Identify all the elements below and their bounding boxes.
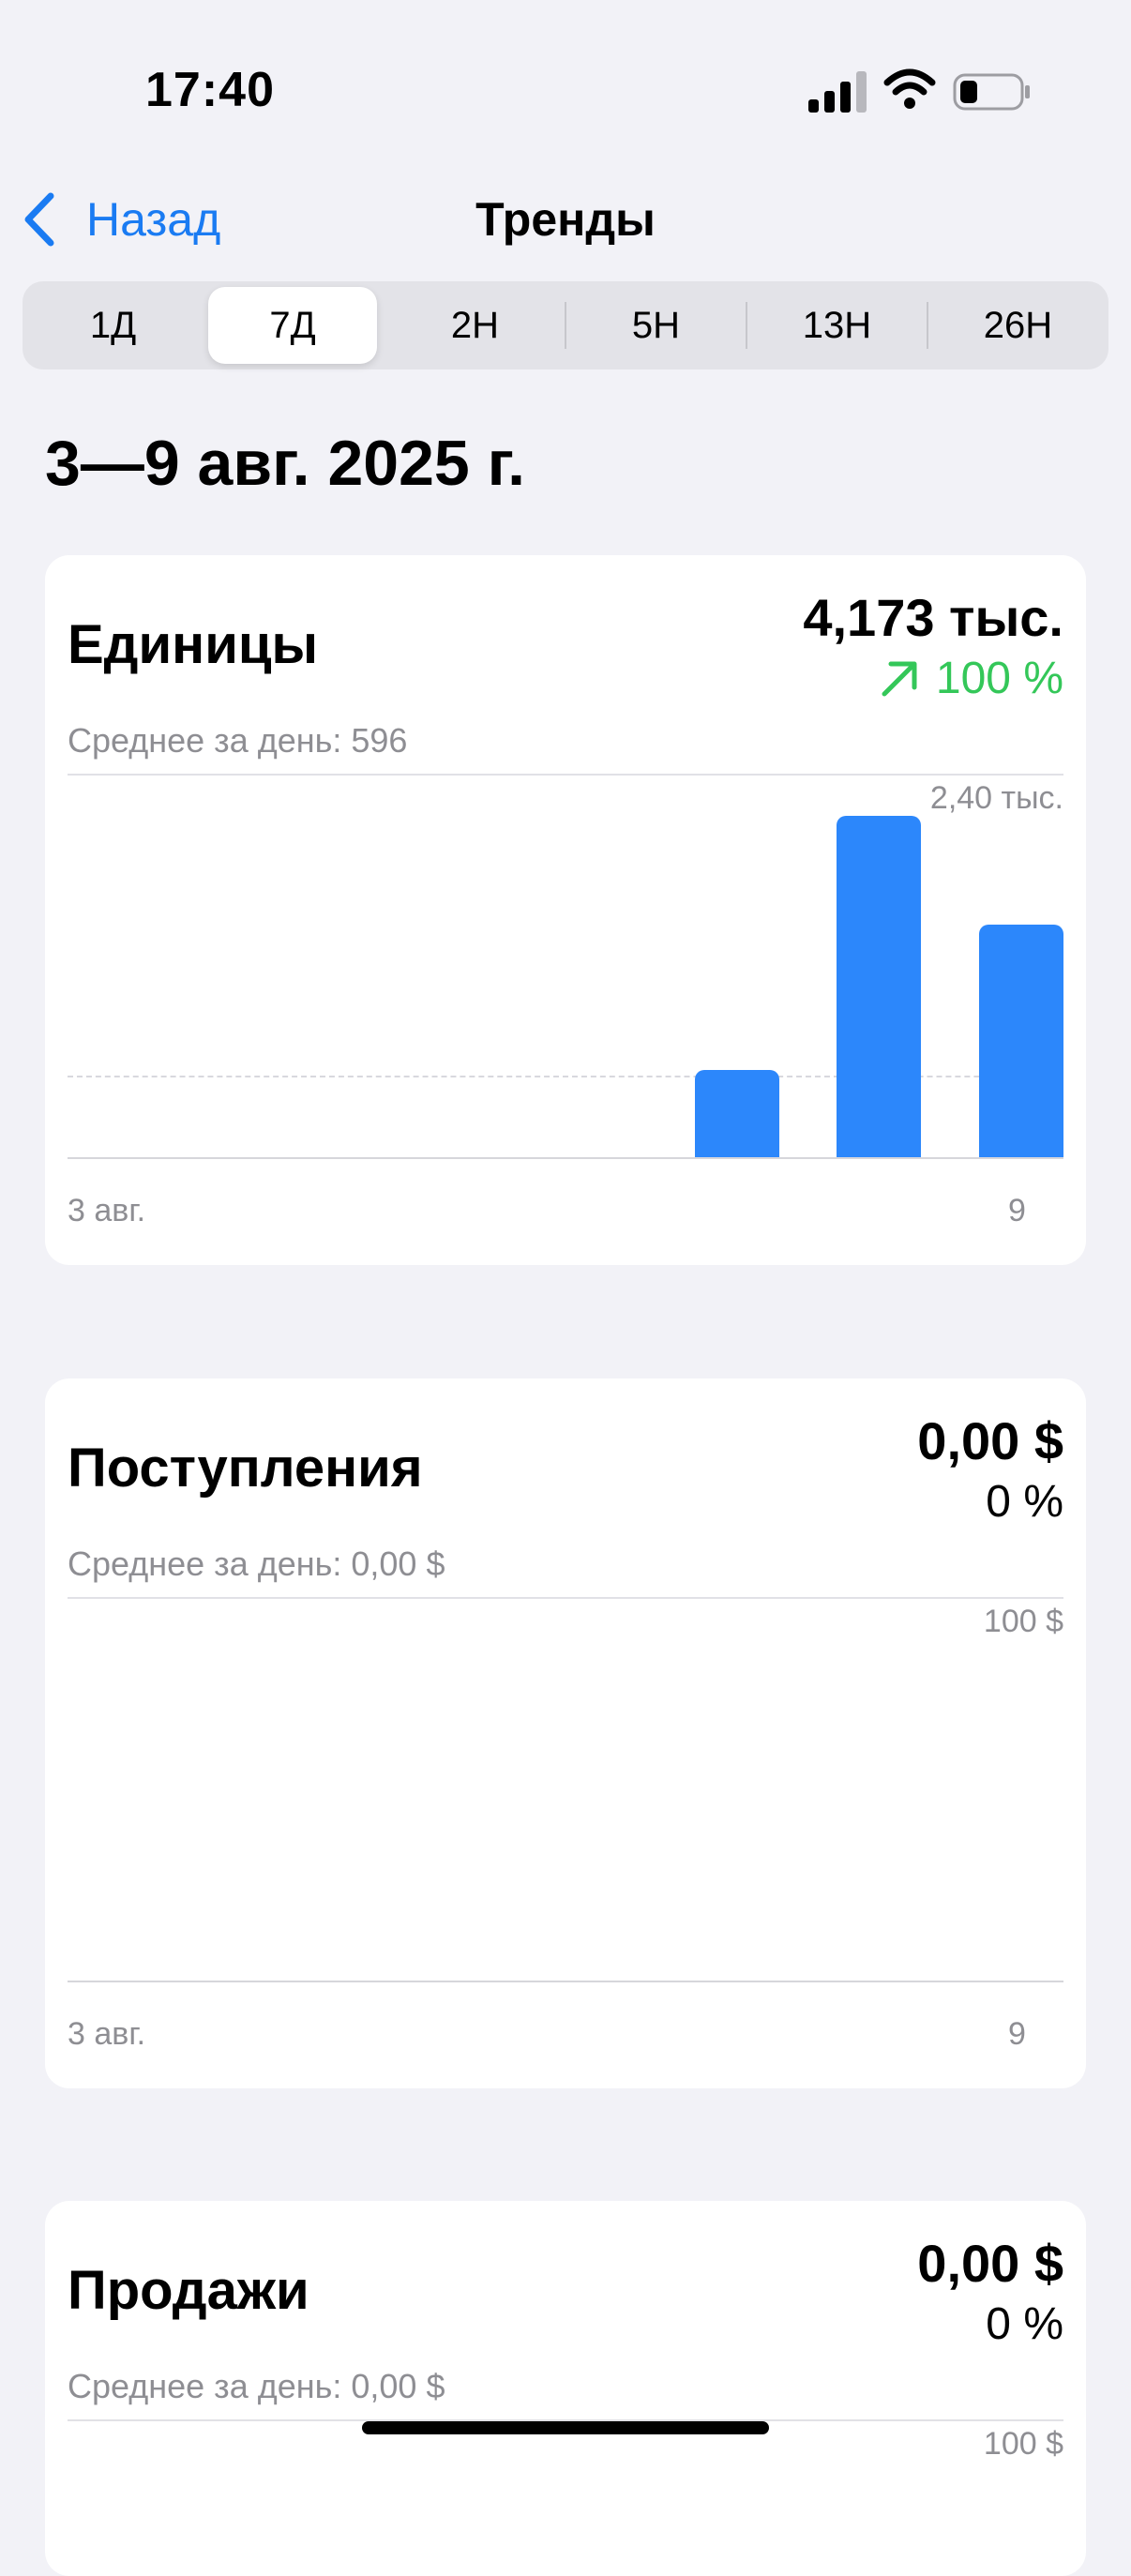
- segment-1d[interactable]: 1Д: [23, 281, 204, 369]
- cellular-signal-icon: [808, 71, 867, 113]
- period-segmented-control: 1Д 7Д 2Н 5Н 13Н 26Н: [23, 281, 1108, 369]
- segment-5w[interactable]: 5Н: [566, 281, 746, 369]
- arrow-up-right-icon: [882, 661, 917, 696]
- units-change-value: 100 %: [935, 654, 1063, 703]
- chart-baseline: [68, 1981, 1063, 1982]
- chart-baseline: [68, 1157, 1063, 1159]
- sales-value: 0,00 $: [917, 2234, 1063, 2293]
- units-title: Единицы: [68, 614, 319, 675]
- page-title: Тренды: [475, 193, 656, 246]
- x-axis-end-label: 9: [1008, 1193, 1026, 1228]
- proceeds-change: 0 %: [986, 1477, 1063, 1527]
- sales-card[interactable]: Продажи 0,00 $ 0 % Среднее за день: 0,00…: [45, 2201, 1086, 2576]
- units-bar-chart: [68, 774, 1063, 1157]
- proceeds-card[interactable]: Поступления 0,00 $ 0 % Среднее за день: …: [45, 1378, 1086, 2088]
- chart-y-max-label: 100 $: [983, 2426, 1063, 2462]
- x-axis-start-label: 3 авг.: [68, 1193, 146, 1228]
- sales-title: Продажи: [68, 2260, 309, 2321]
- proceeds-title: Поступления: [68, 1438, 423, 1499]
- segment-7d[interactable]: 7Д: [208, 287, 377, 364]
- status-time: 17:40: [145, 63, 275, 117]
- x-axis-end-label: 9: [1008, 2016, 1026, 2052]
- date-range-title: 3—9 авг. 2025 г.: [45, 428, 526, 499]
- chart-top-line: [68, 1597, 1063, 1599]
- battery-icon: [953, 73, 1030, 111]
- segment-13w[interactable]: 13Н: [746, 281, 927, 369]
- bar-7[interactable]: [694, 1069, 779, 1157]
- proceeds-value: 0,00 $: [917, 1411, 1063, 1470]
- sales-change: 0 %: [986, 2299, 1063, 2349]
- home-indicator[interactable]: [362, 2421, 769, 2434]
- units-daily-average: Среднее за день: 596: [68, 721, 408, 760]
- segment-26w[interactable]: 26Н: [927, 281, 1108, 369]
- bar-9[interactable]: [979, 924, 1063, 1157]
- wifi-icon: [883, 68, 936, 109]
- chart-y-max-label: 100 $: [983, 1604, 1063, 1639]
- sales-daily-average: Среднее за день: 0,00 $: [68, 2367, 445, 2405]
- segment-2w[interactable]: 2Н: [385, 281, 566, 369]
- units-value: 4,173 тыс.: [803, 588, 1063, 647]
- units-change: 100 %: [880, 653, 1063, 704]
- x-axis-start-label: 3 авг.: [68, 2016, 146, 2052]
- proceeds-daily-average: Среднее за день: 0,00 $: [68, 1544, 445, 1583]
- bar-8[interactable]: [837, 816, 922, 1157]
- units-card[interactable]: Единицы 4,173 тыс. 100 % Среднее за день…: [45, 555, 1086, 1265]
